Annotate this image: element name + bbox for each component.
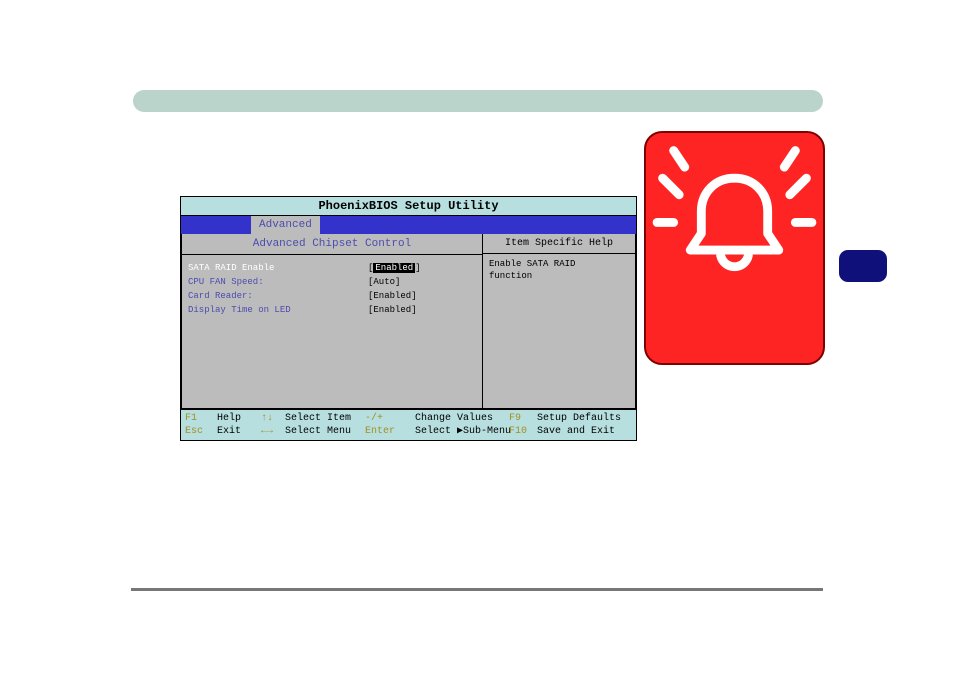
option-row[interactable]: Card Reader: [Enabled] bbox=[182, 289, 482, 303]
footer-text: Help bbox=[217, 412, 261, 425]
footer-key: -/+ bbox=[365, 412, 415, 425]
footer-text: Select Menu bbox=[285, 425, 365, 438]
bios-subheading-left: Advanced Chipset Control bbox=[182, 234, 482, 255]
footer-text: Select ▶Sub-Menu bbox=[415, 425, 509, 438]
footer-arrows: ←→ bbox=[261, 425, 285, 438]
option-label: Display Time on LED bbox=[188, 303, 368, 317]
option-label: CPU FAN Speed: bbox=[188, 275, 368, 289]
footer-text: Save and Exit bbox=[537, 425, 615, 438]
bios-footer: F1 Help ↑↓ Select Item -/+ Change Values… bbox=[181, 409, 636, 440]
footer-text: Setup Defaults bbox=[537, 412, 621, 425]
bios-top-menu[interactable]: Advanced bbox=[181, 216, 636, 234]
bios-subheading-right: Item Specific Help bbox=[483, 234, 635, 254]
warning-panel bbox=[644, 131, 825, 365]
option-row[interactable]: CPU FAN Speed: [Auto] bbox=[182, 275, 482, 289]
footer-text: Change Values bbox=[415, 412, 509, 425]
option-label: Card Reader: bbox=[188, 289, 368, 303]
footer-rule bbox=[131, 588, 823, 591]
alert-bell-icon bbox=[646, 309, 823, 326]
option-label: SATA RAID Enable bbox=[188, 261, 368, 275]
bios-help-pane: Item Specific Help Enable SATA RAID func… bbox=[483, 234, 636, 409]
bios-title: PhoenixBIOS Setup Utility bbox=[181, 197, 636, 216]
footer-key: F1 bbox=[185, 412, 217, 425]
footer-key: Esc bbox=[185, 425, 217, 438]
side-nav-button[interactable] bbox=[839, 250, 887, 282]
option-value: [Enabled] bbox=[368, 303, 476, 317]
footer-key: Enter bbox=[365, 425, 415, 438]
footer-key: F9 bbox=[509, 412, 537, 425]
top-rounded-bar bbox=[133, 90, 823, 112]
bios-help-text: Enable SATA RAID function bbox=[483, 254, 635, 286]
option-value: [Auto] bbox=[368, 275, 476, 289]
footer-text: Exit bbox=[217, 425, 261, 438]
tab-advanced[interactable]: Advanced bbox=[251, 216, 320, 234]
bios-setup-window: PhoenixBIOS Setup Utility Advanced Advan… bbox=[180, 196, 637, 441]
footer-arrows: ↑↓ bbox=[261, 412, 285, 425]
option-row[interactable]: SATA RAID Enable [Enabled] bbox=[182, 261, 482, 275]
footer-text: Select Item bbox=[285, 412, 365, 425]
option-value: [Enabled] bbox=[368, 261, 476, 275]
option-row[interactable]: Display Time on LED [Enabled] bbox=[182, 303, 482, 317]
footer-key: F10 bbox=[509, 425, 537, 438]
option-value: [Enabled] bbox=[368, 289, 476, 303]
bios-options-pane[interactable]: Advanced Chipset Control SATA RAID Enabl… bbox=[181, 234, 483, 409]
